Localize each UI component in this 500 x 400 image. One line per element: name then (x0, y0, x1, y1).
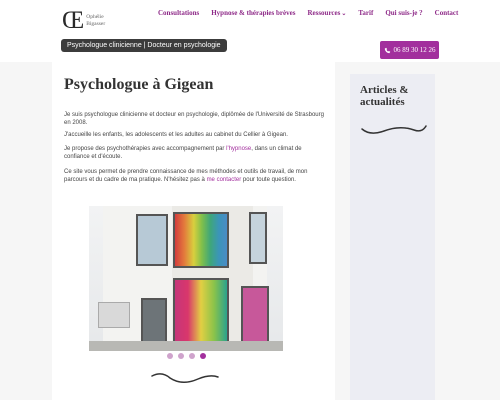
building-photo (89, 206, 283, 351)
phone-button[interactable]: 06 89 30 12 26 (380, 41, 439, 59)
site-header: Œ Ophélie Bigasser Psychologue clinicien… (0, 0, 500, 62)
chevron-down-icon: ⌄ (341, 11, 347, 17)
hypnose-link[interactable]: l'hypnose (226, 146, 251, 152)
slider-dots (167, 353, 206, 359)
therapy-text-before: Je propose des psychothérapies avec acco… (64, 146, 227, 152)
logo-name: Ophélie Bigasser (86, 14, 105, 28)
nav-item-tarif[interactable]: Tarif (358, 9, 373, 17)
decorative-swash (151, 373, 219, 383)
phone-icon (384, 47, 390, 53)
logo-name-line1: Ophélie (86, 14, 104, 20)
nav-item-ressources[interactable]: Ressources⌄ (307, 9, 346, 17)
nav-item-consultations[interactable]: Consultations (158, 9, 199, 17)
nav-item-qui-suis-je[interactable]: Qui suis-je ? (385, 9, 422, 17)
page-title: Psychologue à Gigean (64, 76, 214, 93)
nav-item-contact[interactable]: Contact (435, 9, 459, 17)
phone-number: 06 89 30 12 26 (393, 46, 436, 54)
contact-link[interactable]: me contacter (207, 177, 242, 183)
main-nav: Consultations Hypnose & thérapies brèves… (158, 9, 458, 17)
site-paragraph: Ce site vous permet de prendre connaissa… (64, 168, 326, 184)
sidebar-swash (361, 125, 427, 134)
intro-paragraph: Je suis psychologue clinicienne et docte… (64, 112, 324, 126)
tagline-badge: Psychologue clinicienne | Docteur en psy… (61, 39, 227, 52)
slider-dot-3[interactable] (189, 353, 195, 359)
slider-dot-4-active[interactable] (200, 353, 206, 359)
logo-mark: Œ (62, 7, 84, 34)
sidebar-title: Articles & actualités (360, 84, 409, 108)
logo-name-line2: Bigasser (86, 21, 106, 27)
therapy-paragraph: Je propose des psychothérapies avec acco… (64, 145, 326, 161)
slider-dot-1[interactable] (167, 353, 173, 359)
site-text-after: pour toute question. (241, 177, 296, 183)
slider-dot-2[interactable] (178, 353, 184, 359)
nav-item-ressources-label: Ressources (307, 9, 341, 17)
site-logo[interactable]: Œ Ophélie Bigasser (62, 7, 105, 34)
welcome-paragraph: J'accueille les enfants, les adolescents… (64, 132, 288, 138)
nav-item-hypnose[interactable]: Hypnose & thérapies brèves (211, 9, 295, 17)
